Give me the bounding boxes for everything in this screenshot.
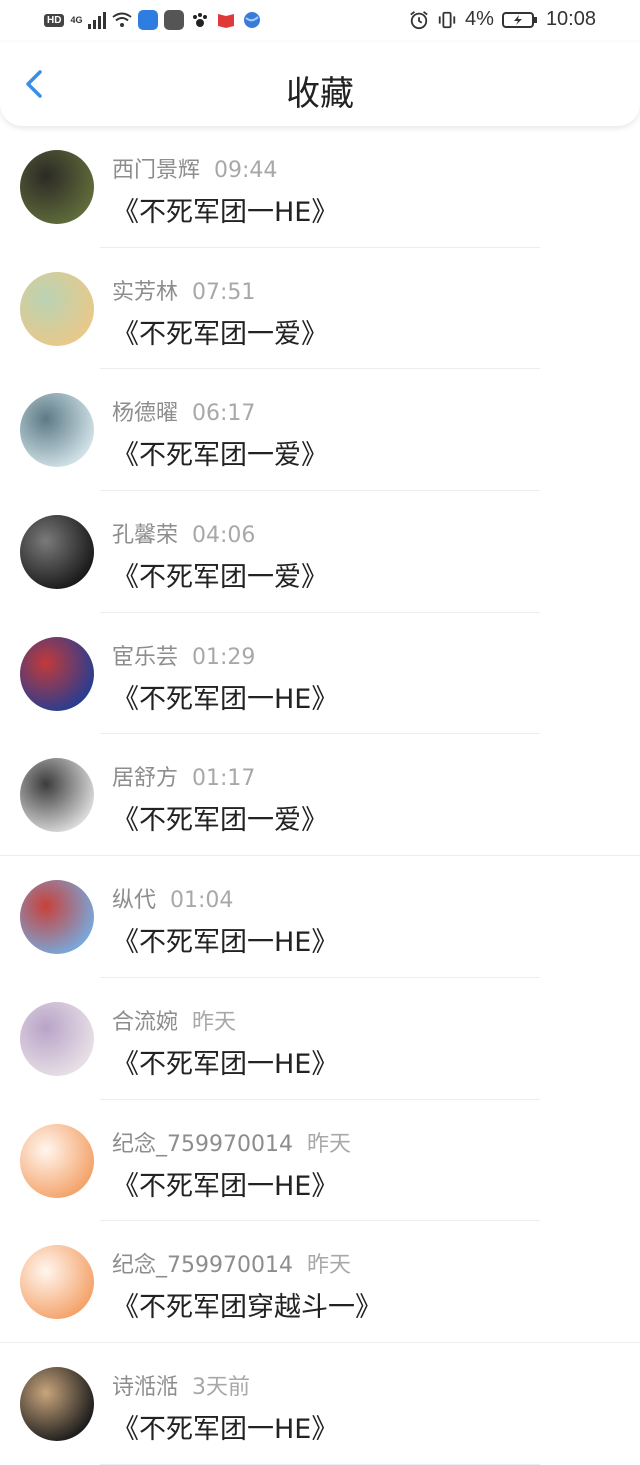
wifi-icon xyxy=(112,10,133,30)
book-title[interactable]: 《不死军团一HE》 xyxy=(112,677,338,716)
timestamp: 09:44 xyxy=(214,158,278,183)
list-item[interactable]: 孔馨荣 04:06 《不死军团一爱》 xyxy=(0,491,640,613)
battery-charging-icon xyxy=(501,10,538,30)
timestamp: 07:51 xyxy=(192,279,256,305)
book-title[interactable]: 《不死军团一爱》 xyxy=(112,433,328,472)
book-title[interactable]: 《不死军团一HE》 xyxy=(112,1042,338,1081)
list-item[interactable]: 合流婉 昨天《不死军团一HE》 xyxy=(0,978,640,1100)
username[interactable]: 居舒方 xyxy=(112,766,178,791)
avatar[interactable] xyxy=(20,150,94,224)
item-meta: 西门景辉 09:44 xyxy=(112,152,277,184)
timestamp: 昨天 xyxy=(192,1009,237,1035)
app-notification-icon xyxy=(138,10,159,30)
book-title[interactable]: 《不死军团一HE》 xyxy=(112,1407,338,1446)
vibrate-icon xyxy=(437,10,457,30)
avatar[interactable] xyxy=(20,636,94,711)
book-title[interactable]: 《不死军团一爱》 xyxy=(112,312,328,351)
item-meta: 纪念_759970014 昨天 xyxy=(112,1126,351,1158)
avatar[interactable] xyxy=(20,515,94,590)
avatar[interactable] xyxy=(20,1245,94,1320)
username[interactable]: 纪念_759970014 xyxy=(112,1132,293,1157)
username[interactable]: 实芳林 xyxy=(112,280,178,305)
app-notification-icon xyxy=(164,10,185,30)
timestamp: 06:17 xyxy=(192,401,256,427)
list-item[interactable]: 诗湉湉 3天前《不死军团一HE》 xyxy=(0,1343,640,1465)
item-meta: 合流婉 昨天 xyxy=(112,1004,236,1036)
avatar[interactable] xyxy=(20,1123,94,1198)
paw-icon xyxy=(190,10,210,30)
item-meta: 宦乐芸 01:29 xyxy=(112,639,255,671)
list-item[interactable]: 西门景辉 09:44 《不死军团一HE》 xyxy=(0,126,640,248)
item-meta: 诗湉湉 3天前 xyxy=(112,1369,250,1401)
alarm-icon xyxy=(409,10,429,30)
avatar[interactable] xyxy=(20,1001,94,1076)
nav-header: 收藏 xyxy=(0,42,640,126)
avatar[interactable] xyxy=(20,758,94,833)
book-title[interactable]: 《不死军团一爱》 xyxy=(112,555,328,594)
list-item[interactable]: 纪念_759970014 昨天《不死军团一HE》 xyxy=(0,1100,640,1222)
book-title[interactable]: 《不死军团一爱》 xyxy=(112,798,328,837)
list-item[interactable]: 纪念_759970014 昨天《不死军团穿越斗一》 xyxy=(0,1221,640,1343)
username[interactable]: 西门景辉 xyxy=(112,158,200,183)
divider xyxy=(100,1463,540,1465)
list-item[interactable]: 纵代 01:04 《不死军团一HE》 xyxy=(0,856,640,978)
hd-indicator: HD xyxy=(44,13,65,27)
book-title[interactable]: 《不死军团穿越斗一》 xyxy=(112,1285,382,1324)
page-title: 收藏 xyxy=(286,74,354,114)
book-title[interactable]: 《不死军团一HE》 xyxy=(112,1164,338,1203)
signal-bars-icon xyxy=(88,11,107,29)
username[interactable]: 纵代 xyxy=(112,888,156,913)
timestamp: 3天前 xyxy=(192,1374,251,1400)
book-app-icon xyxy=(216,10,236,30)
item-meta: 实芳林 07:51 xyxy=(112,274,255,306)
favorites-list: 西门景辉 09:44 《不死军团一HE》 实芳林 07:51 《不死军团一爱》 杨德曜 06:… xyxy=(0,126,640,1465)
status-right: 4% 10:08 xyxy=(409,8,596,31)
book-title[interactable]: 《不死军团一HE》 xyxy=(112,920,338,959)
username[interactable]: 杨德曜 xyxy=(112,401,178,426)
item-meta: 杨德曜 06:17 xyxy=(112,395,255,427)
network-type: 4G xyxy=(70,14,83,25)
timestamp: 昨天 xyxy=(306,1253,351,1279)
item-meta: 纵代 01:04 xyxy=(112,882,233,914)
book-title[interactable]: 《不死军团一HE》 xyxy=(112,190,338,229)
username[interactable]: 诗湉湉 xyxy=(112,1375,178,1400)
timestamp: 01:04 xyxy=(170,888,234,914)
timestamp: 昨天 xyxy=(306,1131,351,1157)
globe-icon xyxy=(242,10,262,30)
username[interactable]: 宦乐芸 xyxy=(112,645,178,670)
list-item[interactable]: 杨德曜 06:17 《不死军团一爱》 xyxy=(0,369,640,492)
username[interactable]: 纪念_759970014 xyxy=(112,1253,293,1278)
clock: 10:08 xyxy=(545,8,596,30)
item-meta: 孔馨荣 04:06 xyxy=(112,517,255,549)
item-meta: 纪念_759970014 昨天 xyxy=(112,1247,351,1279)
status-bar: HD 4G 4% 10:08 xyxy=(0,0,640,42)
avatar[interactable] xyxy=(20,1366,94,1441)
avatar[interactable] xyxy=(20,393,94,468)
avatar[interactable] xyxy=(20,271,94,346)
timestamp: 01:29 xyxy=(192,644,256,670)
list-item[interactable]: 宦乐芸 01:29 《不死军团一HE》 xyxy=(0,613,640,735)
timestamp: 01:17 xyxy=(192,766,256,792)
username[interactable]: 合流婉 xyxy=(112,1010,178,1035)
list-item[interactable]: 实芳林 07:51 《不死军团一爱》 xyxy=(0,248,640,370)
item-meta: 居舒方 01:17 xyxy=(112,760,255,792)
username[interactable]: 孔馨荣 xyxy=(112,523,178,548)
battery-percent: 4% xyxy=(465,8,494,30)
list-item[interactable]: 居舒方 01:17 《不死军团一爱》 xyxy=(0,734,640,857)
timestamp: 04:06 xyxy=(192,523,256,549)
status-left: HD 4G xyxy=(44,10,262,30)
avatar[interactable] xyxy=(20,880,94,955)
